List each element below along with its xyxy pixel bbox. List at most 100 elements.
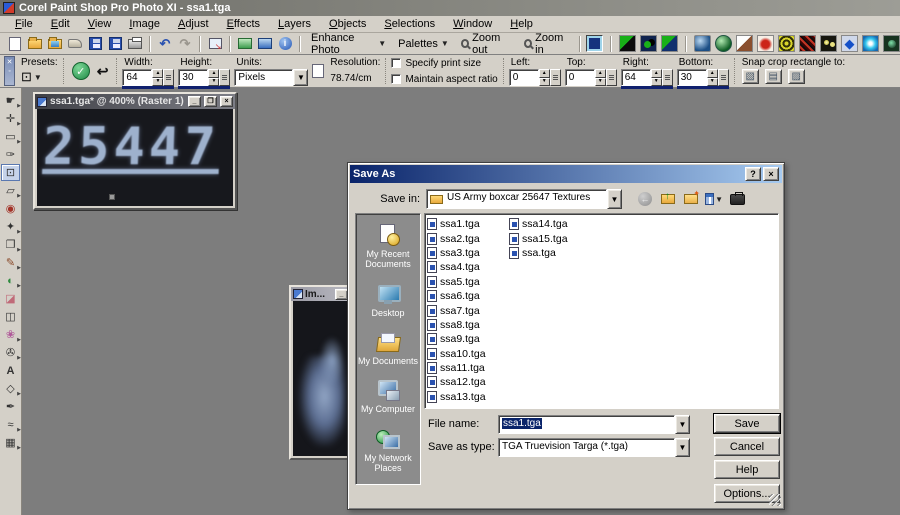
spin-up-icon[interactable]: ▲ — [707, 69, 718, 78]
save-button[interactable]: Save — [714, 414, 780, 433]
dialog-titlebar[interactable]: Save As ? × — [350, 165, 782, 183]
print-size-icon[interactable] — [312, 64, 324, 78]
script-play-icon[interactable] — [661, 35, 678, 52]
new-folder-icon[interactable] — [682, 191, 700, 207]
left-spin-control[interactable]: 0▲▼ — [509, 69, 561, 86]
top-value[interactable]: 0 — [565, 69, 595, 86]
script-play-green-icon[interactable] — [619, 35, 636, 52]
close-icon[interactable]: × — [763, 167, 779, 181]
open-icon[interactable] — [26, 35, 44, 53]
save-in-dropdown[interactable]: US Army boxcar 25647 Textures ▼ — [426, 189, 622, 209]
snap-layer-opaque-icon[interactable]: ▧ — [742, 69, 759, 84]
chevron-down-icon[interactable]: ▼ — [34, 73, 42, 82]
zoom-out-button[interactable]: Zoom out — [456, 35, 517, 53]
place-my-documents[interactable]: My Documents — [356, 331, 420, 366]
zoom-in-button[interactable]: Zoom in — [519, 35, 574, 53]
width-spin-buttons[interactable]: ▲▼ — [152, 69, 163, 86]
file-item[interactable]: ssa2.tga — [427, 231, 509, 245]
close-button[interactable]: × — [220, 96, 233, 107]
bottom-value[interactable]: 30 — [677, 69, 707, 86]
help-button[interactable]: Help — [714, 460, 780, 479]
image-window[interactable]: ssa1.tga* @ 400% (Raster 1) _ ❐ × 25447 — [33, 92, 237, 210]
tool-preset-shape[interactable]: ◇▶ — [1, 380, 20, 397]
spin-down-icon[interactable]: ▼ — [152, 78, 163, 87]
place-my-computer[interactable]: My Computer — [356, 379, 420, 414]
tool-clone-brush[interactable]: ❐▶ — [1, 236, 20, 253]
minimize-button[interactable]: _ — [188, 96, 201, 107]
cancel-button[interactable]: Cancel — [714, 437, 780, 456]
specify-print-size-checkbox[interactable] — [391, 58, 401, 68]
undo-icon[interactable]: ↶ — [156, 35, 174, 53]
apply-crop-button[interactable]: ✓ — [72, 62, 90, 80]
scan-icon[interactable] — [66, 35, 84, 53]
spin-down-icon[interactable]: ▼ — [208, 78, 219, 87]
crop-preset-icon[interactable]: ⊡ — [21, 69, 32, 85]
menu-effects[interactable]: Effects — [218, 16, 269, 32]
top-spin-control[interactable]: 0▲▼ — [565, 69, 617, 86]
chevron-down-icon[interactable]: ▼ — [675, 415, 690, 434]
enhance-photo-button[interactable]: Enhance Photo ▼ — [306, 35, 391, 53]
chevron-down-icon[interactable]: ▼ — [675, 438, 690, 457]
clear-crop-button[interactable]: ↩ — [97, 63, 109, 80]
background-window-titlebar[interactable]: Im... _ — [291, 287, 350, 301]
tool-warp-brush[interactable]: ≈▶ — [1, 416, 20, 433]
blue-gem-icon[interactable] — [841, 35, 858, 52]
units-dropdown[interactable]: Pixels ▼ — [234, 69, 308, 86]
width-value[interactable]: 64 — [122, 69, 152, 86]
tool-color-changer[interactable]: ◐▶ — [1, 272, 20, 289]
resize-grip[interactable] — [769, 494, 781, 506]
sparkle-icon[interactable] — [862, 35, 879, 52]
lights-icon[interactable] — [820, 35, 837, 52]
spin-up-icon[interactable]: ▲ — [595, 69, 606, 78]
spin-down-icon[interactable]: ▼ — [539, 78, 550, 87]
info-icon[interactable]: i — [276, 35, 294, 53]
red-splash-icon[interactable] — [757, 35, 774, 52]
tool-crop[interactable]: ⊡ — [1, 164, 20, 181]
width-slider-button[interactable] — [163, 69, 174, 86]
spin-up-icon[interactable]: ▲ — [152, 69, 163, 78]
palettes-button[interactable]: Palettes ▼ — [393, 35, 454, 53]
save-icon[interactable] — [86, 35, 104, 53]
tool-pen[interactable]: ✒ — [1, 398, 20, 415]
zoom-preview-icon[interactable] — [586, 35, 603, 52]
place-my-network-places[interactable]: My Network Places — [356, 428, 420, 474]
spin-up-icon[interactable]: ▲ — [651, 69, 662, 78]
tool-straighten[interactable]: ▱▶ — [1, 182, 20, 199]
width-spin-control[interactable]: 64▲▼ — [122, 69, 174, 86]
chevron-down-icon[interactable]: ▼ — [293, 69, 308, 86]
tool-paint-brush[interactable]: ✎▶ — [1, 254, 20, 271]
right-slider-button[interactable] — [662, 69, 673, 86]
file-item[interactable]: ssa15.tga — [509, 231, 568, 245]
maximize-button[interactable]: ❐ — [204, 96, 217, 107]
image-window-titlebar[interactable]: ssa1.tga* @ 400% (Raster 1) _ ❐ × — [35, 94, 235, 109]
menu-image[interactable]: Image — [120, 16, 169, 32]
tool-eraser[interactable]: ◪ — [1, 290, 20, 307]
file-item[interactable]: ssa3.tga — [427, 246, 509, 260]
weave-icon[interactable] — [799, 35, 816, 52]
tool-pan[interactable]: ☛▶ — [1, 92, 20, 109]
app-titlebar[interactable]: Corel Paint Shop Pro Photo XI - ssa1.tga — [0, 0, 900, 16]
right-spin-buttons[interactable]: ▲▼ — [651, 69, 662, 86]
file-item[interactable]: ssa4.tga — [427, 260, 509, 274]
snap-full-image-icon[interactable]: ▨ — [788, 69, 805, 84]
up-one-level-icon[interactable] — [659, 191, 677, 207]
tool-red-eye[interactable]: ◉ — [1, 200, 20, 217]
spin-down-icon[interactable]: ▼ — [707, 78, 718, 87]
menu-help[interactable]: Help — [501, 16, 542, 32]
tool-picture-tube[interactable]: ❀▶ — [1, 326, 20, 343]
redo-icon[interactable]: ↷ — [176, 35, 194, 53]
menu-file[interactable]: File — [6, 16, 42, 32]
tool-text[interactable]: A — [1, 362, 20, 379]
balls-of-steel-icon[interactable] — [694, 35, 711, 52]
resize-icon[interactable] — [206, 35, 224, 53]
file-item[interactable]: ssa9.tga — [427, 332, 509, 346]
chevron-down-icon[interactable]: ▼ — [607, 189, 622, 209]
tool-move[interactable]: ✛▶ — [1, 110, 20, 127]
camera-effect-icon[interactable] — [883, 35, 900, 52]
bottom-spin-buttons[interactable]: ▲▼ — [707, 69, 718, 86]
height-slider-button[interactable] — [219, 69, 230, 86]
background-image-canvas[interactable] — [293, 301, 348, 456]
image-canvas[interactable]: 25447 — [37, 109, 233, 206]
bottom-slider-button[interactable] — [718, 69, 729, 86]
menu-adjust[interactable]: Adjust — [169, 16, 218, 32]
